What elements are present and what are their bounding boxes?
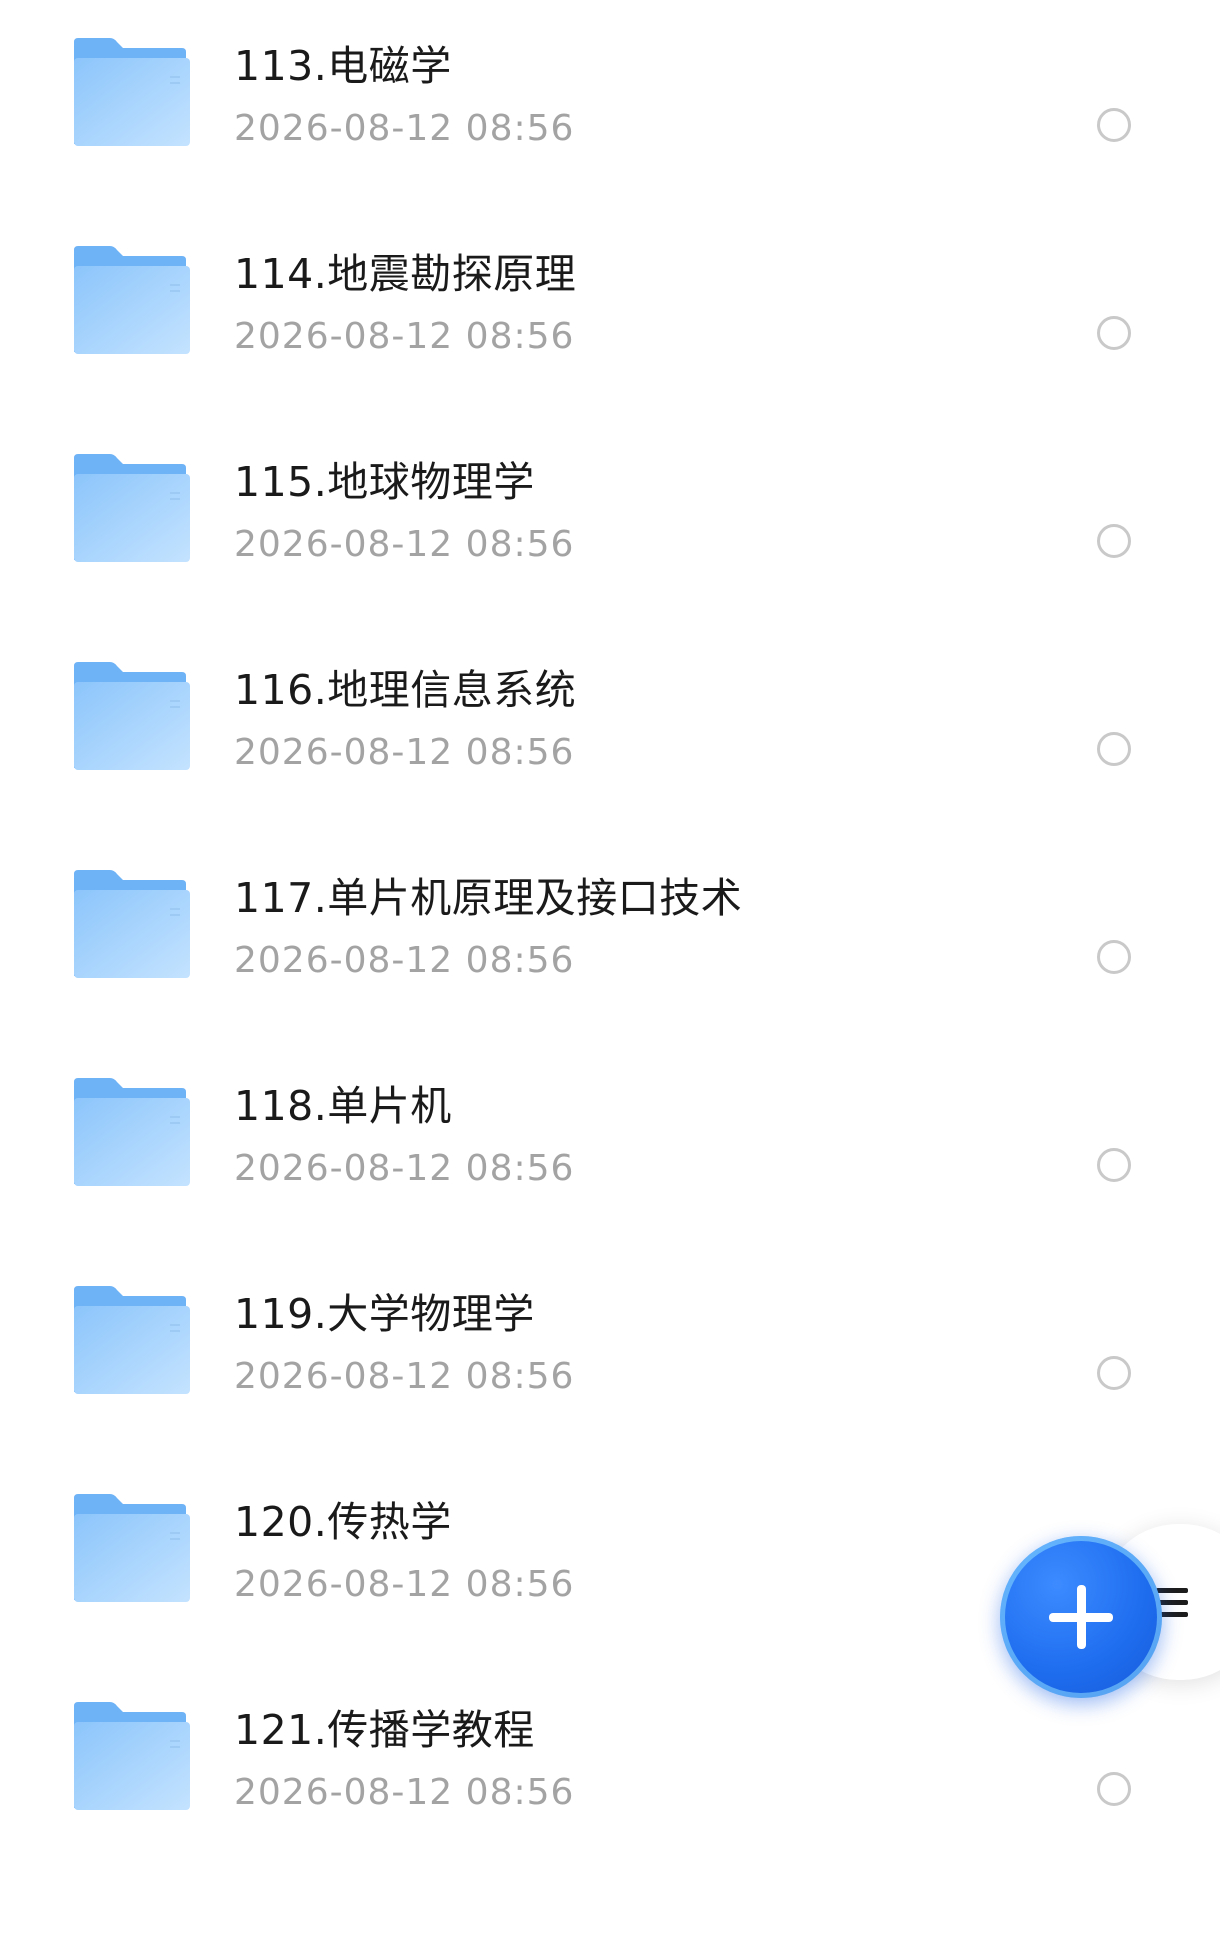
folder-icon bbox=[70, 452, 190, 564]
radio-circle-icon[interactable] bbox=[1097, 940, 1131, 974]
radio-circle-icon[interactable] bbox=[1097, 1772, 1131, 1806]
list-item[interactable]: 121.传播学教程 2026-08-12 08:56 bbox=[0, 1664, 1220, 1872]
modified-date: 2026-08-12 08:56 bbox=[234, 732, 575, 773]
modified-date: 2026-08-12 08:56 bbox=[234, 940, 575, 981]
list-item[interactable]: 119.大学物理学 2026-08-12 08:56 bbox=[0, 1248, 1220, 1456]
radio-circle-icon[interactable] bbox=[1097, 732, 1131, 766]
folder-icon bbox=[70, 244, 190, 356]
modified-date: 2026-08-12 08:56 bbox=[234, 316, 575, 357]
folder-name: 121.传播学教程 bbox=[234, 1706, 535, 1754]
folder-name: 113.电磁学 bbox=[234, 42, 452, 90]
folder-icon bbox=[70, 660, 190, 772]
folder-name: 118.单片机 bbox=[234, 1082, 452, 1130]
list-item[interactable]: 113.电磁学 2026-08-12 08:56 bbox=[0, 0, 1220, 208]
modified-date: 2026-08-12 08:56 bbox=[234, 1772, 575, 1813]
modified-date: 2026-08-12 08:56 bbox=[234, 1564, 575, 1605]
radio-circle-icon[interactable] bbox=[1097, 1356, 1131, 1390]
add-button[interactable] bbox=[1000, 1536, 1162, 1698]
folder-name: 119.大学物理学 bbox=[234, 1290, 535, 1338]
list-item[interactable]: 118.单片机 2026-08-12 08:56 bbox=[0, 1040, 1220, 1248]
modified-date: 2026-08-12 08:56 bbox=[234, 1356, 575, 1397]
folder-icon bbox=[70, 1492, 190, 1604]
folder-name: 120.传热学 bbox=[234, 1498, 452, 1546]
folder-name: 117.单片机原理及接口技术 bbox=[234, 874, 743, 922]
radio-circle-icon[interactable] bbox=[1097, 524, 1131, 558]
modified-date: 2026-08-12 08:56 bbox=[234, 108, 575, 149]
radio-circle-icon[interactable] bbox=[1097, 1148, 1131, 1182]
list-item[interactable]: 116.地理信息系统 2026-08-12 08:56 bbox=[0, 624, 1220, 832]
list-item[interactable]: 115.地球物理学 2026-08-12 08:56 bbox=[0, 416, 1220, 624]
folder-icon bbox=[70, 1284, 190, 1396]
folder-name: 114.地震勘探原理 bbox=[234, 250, 577, 298]
folder-icon bbox=[70, 36, 190, 148]
list-item[interactable]: 114.地震勘探原理 2026-08-12 08:56 bbox=[0, 208, 1220, 416]
folder-icon bbox=[70, 868, 190, 980]
modified-date: 2026-08-12 08:56 bbox=[234, 1148, 575, 1189]
folder-icon bbox=[70, 1700, 190, 1812]
radio-circle-icon[interactable] bbox=[1097, 108, 1131, 142]
radio-circle-icon[interactable] bbox=[1097, 316, 1131, 350]
folder-icon bbox=[70, 1076, 190, 1188]
modified-date: 2026-08-12 08:56 bbox=[234, 524, 575, 565]
folder-name: 115.地球物理学 bbox=[234, 458, 535, 506]
folder-name: 116.地理信息系统 bbox=[234, 666, 577, 714]
list-item[interactable]: 117.单片机原理及接口技术 2026-08-12 08:56 bbox=[0, 832, 1220, 1040]
